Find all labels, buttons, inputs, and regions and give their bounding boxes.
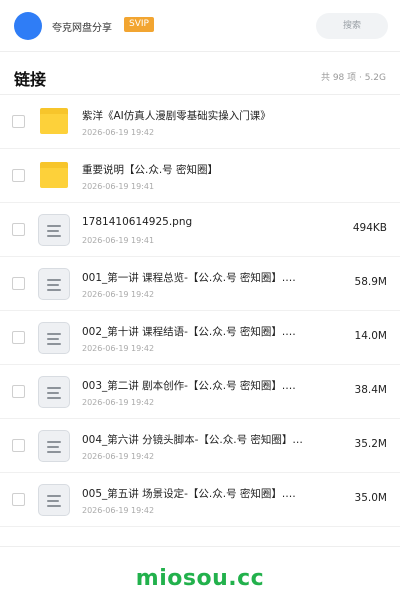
file-name: 005_第五讲 场景设定-【公.众.号 密知圈】.… (82, 488, 296, 500)
list-item[interactable]: 002_第十讲 课程结语-【公.众.号 密知圈】.… 2026-06-19 19… (0, 311, 400, 365)
list-item[interactable]: 004_第六讲 分镜头脚本-【公.众.号 密知圈】… 2026-06-19 19… (0, 419, 400, 473)
document-icon (38, 484, 70, 516)
select-checkbox[interactable] (12, 385, 25, 398)
list-item[interactable]: 001_第一讲 课程总览-【公.众.号 密知圈】.… 2026-06-19 19… (0, 257, 400, 311)
file-date: 2026-06-19 19:41 (82, 182, 155, 191)
document-icon (38, 322, 70, 354)
select-checkbox[interactable] (12, 169, 25, 182)
file-name: 004_第六讲 分镜头脚本-【公.众.号 密知圈】… (82, 434, 303, 446)
watermark-text: miosou.cc (135, 566, 265, 591)
file-size: 494KB (352, 222, 387, 234)
file-name: 1781410614925.png (82, 216, 193, 228)
select-checkbox[interactable] (12, 277, 25, 290)
file-date: 2026-06-19 19:42 (82, 128, 155, 137)
folder-icon (40, 162, 68, 188)
divider (0, 546, 400, 547)
list-item[interactable]: 005_第五讲 场景设定-【公.众.号 密知圈】.… 2026-06-19 19… (0, 473, 400, 527)
top-bar: 夸克网盘分享 SVIP 搜索 (0, 0, 400, 52)
file-size: 35.0M (354, 492, 387, 504)
svip-badge: SVIP (124, 17, 154, 32)
file-name: 001_第一讲 课程总览-【公.众.号 密知圈】.… (82, 272, 296, 284)
section-title: 链接 (14, 70, 47, 89)
file-date: 2026-06-19 19:42 (82, 506, 155, 515)
file-date: 2026-06-19 19:41 (82, 236, 155, 245)
file-date: 2026-06-19 19:42 (82, 452, 155, 461)
file-date: 2026-06-19 19:42 (82, 344, 155, 353)
list-item[interactable]: 重要说明【公.众.号 密知圈】 2026-06-19 19:41 (0, 149, 400, 203)
select-checkbox[interactable] (12, 115, 25, 128)
file-name: 重要说明【公.众.号 密知圈】 (82, 164, 219, 176)
list-item[interactable]: 1781410614925.png 2026-06-19 19:41 494KB (0, 203, 400, 257)
file-name: 紫洋《AI仿真人漫剧零基础实操入门课》 (82, 110, 271, 122)
select-checkbox[interactable] (12, 331, 25, 344)
share-owner-name: 夸克网盘分享 (52, 23, 112, 34)
list-item[interactable]: 紫洋《AI仿真人漫剧零基础实操入门课》 2026-06-19 19:42 (0, 95, 400, 149)
file-date: 2026-06-19 19:42 (82, 398, 155, 407)
folder-icon (40, 108, 68, 134)
document-icon (38, 430, 70, 462)
file-name: 002_第十讲 课程结语-【公.众.号 密知圈】.… (82, 326, 296, 338)
avatar[interactable] (14, 12, 42, 40)
select-checkbox[interactable] (12, 439, 25, 452)
select-checkbox[interactable] (12, 493, 25, 506)
list-item[interactable]: 003_第二讲 剧本创作-【公.众.号 密知圈】.… 2026-06-19 19… (0, 365, 400, 419)
item-count-summary: 共 98 项 · 5.2G (320, 73, 386, 83)
document-icon (38, 268, 70, 300)
file-name: 003_第二讲 剧本创作-【公.众.号 密知圈】.… (82, 380, 296, 392)
select-checkbox[interactable] (12, 223, 25, 236)
file-date: 2026-06-19 19:42 (82, 290, 155, 299)
file-size: 58.9M (354, 276, 387, 288)
document-icon (38, 214, 70, 246)
file-size: 14.0M (354, 330, 387, 342)
search-button[interactable]: 搜索 (316, 13, 388, 39)
document-icon (38, 376, 70, 408)
file-list: 紫洋《AI仿真人漫剧零基础实操入门课》 2026-06-19 19:42 重要说… (0, 95, 400, 527)
file-size: 38.4M (354, 384, 387, 396)
file-size: 35.2M (354, 438, 387, 450)
